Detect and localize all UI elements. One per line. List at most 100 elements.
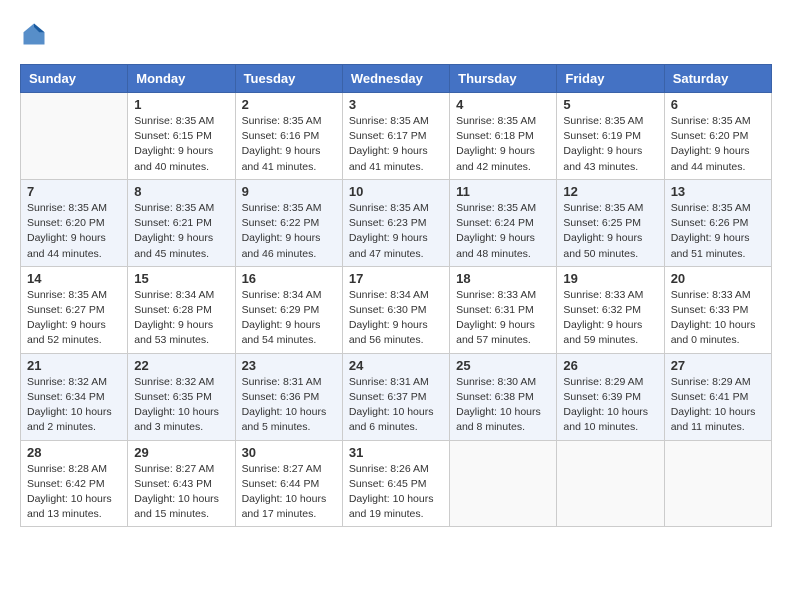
day-info: Sunrise: 8:35 AMSunset: 6:20 PMDaylight:… [671,114,765,175]
day-number: 12 [563,184,657,199]
day-info: Sunrise: 8:29 AMSunset: 6:41 PMDaylight:… [671,375,765,436]
day-number: 9 [242,184,336,199]
day-number: 3 [349,97,443,112]
calendar-week-row: 28 Sunrise: 8:28 AMSunset: 6:42 PMDayligh… [21,440,772,527]
day-info: Sunrise: 8:32 AMSunset: 6:34 PMDaylight:… [27,375,121,436]
day-info: Sunrise: 8:34 AMSunset: 6:30 PMDaylight:… [349,288,443,349]
calendar-header-thursday: Thursday [450,65,557,93]
day-info: Sunrise: 8:34 AMSunset: 6:28 PMDaylight:… [134,288,228,349]
calendar-header-wednesday: Wednesday [342,65,449,93]
day-number: 1 [134,97,228,112]
calendar-cell: 4Sunrise: 8:35 AMSunset: 6:18 PMDaylight… [450,93,557,180]
calendar-cell: 9 Sunrise: 8:35 AMSunset: 6:22 PMDaylight… [235,179,342,266]
calendar-cell: 10 Sunrise: 8:35 AMSunset: 6:23 PMDayligh… [342,179,449,266]
day-number: 26 [563,358,657,373]
day-number: 28 [27,445,121,460]
day-number: 17 [349,271,443,286]
day-info: Sunrise: 8:28 AMSunset: 6:42 PMDaylight:… [27,462,121,523]
calendar-header-row: SundayMondayTuesdayWednesdayThursdayFrid… [21,65,772,93]
day-info: Sunrise: 8:35 AMSunset: 6:16 PMDaylight:… [242,114,336,175]
day-info: Sunrise: 8:35 AMSunset: 6:21 PMDaylight:… [134,201,228,262]
day-number: 5 [563,97,657,112]
logo [20,20,52,48]
day-info: Sunrise: 8:32 AMSunset: 6:35 PMDaylight:… [134,375,228,436]
calendar-cell: 31Sunrise: 8:26 AMSunset: 6:45 PMDayligh… [342,440,449,527]
calendar-cell: 13 Sunrise: 8:35 AMSunset: 6:26 PMDayligh… [664,179,771,266]
calendar-cell: 18 Sunrise: 8:33 AMSunset: 6:31 PMDayligh… [450,266,557,353]
calendar-cell: 6 Sunrise: 8:35 AMSunset: 6:20 PMDaylight… [664,93,771,180]
day-number: 4 [456,97,550,112]
day-number: 30 [242,445,336,460]
day-number: 2 [242,97,336,112]
day-number: 23 [242,358,336,373]
day-info: Sunrise: 8:33 AMSunset: 6:31 PMDaylight:… [456,288,550,349]
calendar-cell: 3 Sunrise: 8:35 AMSunset: 6:17 PMDaylight… [342,93,449,180]
calendar-cell: 26 Sunrise: 8:29 AMSunset: 6:39 PMDayligh… [557,353,664,440]
calendar-cell: 22 Sunrise: 8:32 AMSunset: 6:35 PMDayligh… [128,353,235,440]
calendar-cell: 19 Sunrise: 8:33 AMSunset: 6:32 PMDayligh… [557,266,664,353]
day-info: Sunrise: 8:35 AMSunset: 6:25 PMDaylight:… [563,201,657,262]
day-number: 22 [134,358,228,373]
day-number: 6 [671,97,765,112]
day-number: 29 [134,445,228,460]
day-number: 19 [563,271,657,286]
calendar-cell [557,440,664,527]
page-header [20,20,772,48]
calendar-week-row: 1 Sunrise: 8:35 AMSunset: 6:15 PMDaylight… [21,93,772,180]
day-info: Sunrise: 8:27 AMSunset: 6:43 PMDaylight:… [134,462,228,523]
day-info: Sunrise: 8:34 AMSunset: 6:29 PMDaylight:… [242,288,336,349]
day-info: Sunrise: 8:35 AMSunset: 6:17 PMDaylight:… [349,114,443,175]
day-number: 13 [671,184,765,199]
day-info: Sunrise: 8:29 AMSunset: 6:39 PMDaylight:… [563,375,657,436]
day-info: Sunrise: 8:35 AMSunset: 6:19 PMDaylight:… [563,114,657,175]
calendar-cell: 14Sunrise: 8:35 AMSunset: 6:27 PMDayligh… [21,266,128,353]
day-info: Sunrise: 8:35 AMSunset: 6:27 PMDaylight:… [27,288,121,349]
calendar-cell: 16 Sunrise: 8:34 AMSunset: 6:29 PMDayligh… [235,266,342,353]
calendar-cell [21,93,128,180]
calendar-cell: 12 Sunrise: 8:35 AMSunset: 6:25 PMDayligh… [557,179,664,266]
day-info: Sunrise: 8:35 AMSunset: 6:24 PMDaylight:… [456,201,550,262]
day-info: Sunrise: 8:33 AMSunset: 6:32 PMDaylight:… [563,288,657,349]
day-number: 24 [349,358,443,373]
calendar-header-friday: Friday [557,65,664,93]
day-info: Sunrise: 8:35 AMSunset: 6:26 PMDaylight:… [671,201,765,262]
calendar-week-row: 21Sunrise: 8:32 AMSunset: 6:34 PMDayligh… [21,353,772,440]
day-number: 10 [349,184,443,199]
calendar-cell [450,440,557,527]
day-info: Sunrise: 8:26 AMSunset: 6:45 PMDaylight:… [349,462,443,523]
calendar-cell: 15 Sunrise: 8:34 AMSunset: 6:28 PMDayligh… [128,266,235,353]
day-info: Sunrise: 8:35 AMSunset: 6:15 PMDaylight:… [134,114,228,175]
calendar-header-monday: Monday [128,65,235,93]
calendar-cell: 8Sunrise: 8:35 AMSunset: 6:21 PMDaylight… [128,179,235,266]
day-number: 7 [27,184,121,199]
calendar-header-saturday: Saturday [664,65,771,93]
calendar-cell: 29 Sunrise: 8:27 AMSunset: 6:43 PMDayligh… [128,440,235,527]
calendar-cell: 5 Sunrise: 8:35 AMSunset: 6:19 PMDaylight… [557,93,664,180]
calendar-header-sunday: Sunday [21,65,128,93]
calendar-cell: 30 Sunrise: 8:27 AMSunset: 6:44 PMDayligh… [235,440,342,527]
day-number: 20 [671,271,765,286]
day-number: 16 [242,271,336,286]
calendar-week-row: 7Sunrise: 8:35 AMSunset: 6:20 PMDaylight… [21,179,772,266]
day-info: Sunrise: 8:35 AMSunset: 6:22 PMDaylight:… [242,201,336,262]
day-info: Sunrise: 8:27 AMSunset: 6:44 PMDaylight:… [242,462,336,523]
calendar-header-tuesday: Tuesday [235,65,342,93]
calendar-cell: 20Sunrise: 8:33 AMSunset: 6:33 PMDayligh… [664,266,771,353]
day-number: 25 [456,358,550,373]
calendar-cell: 1 Sunrise: 8:35 AMSunset: 6:15 PMDaylight… [128,93,235,180]
day-info: Sunrise: 8:35 AMSunset: 6:23 PMDaylight:… [349,201,443,262]
day-info: Sunrise: 8:30 AMSunset: 6:38 PMDaylight:… [456,375,550,436]
calendar-cell: 2 Sunrise: 8:35 AMSunset: 6:16 PMDaylight… [235,93,342,180]
calendar-cell: 7Sunrise: 8:35 AMSunset: 6:20 PMDaylight… [21,179,128,266]
day-number: 27 [671,358,765,373]
calendar-cell: 21Sunrise: 8:32 AMSunset: 6:34 PMDayligh… [21,353,128,440]
calendar-week-row: 14Sunrise: 8:35 AMSunset: 6:27 PMDayligh… [21,266,772,353]
calendar-cell: 28 Sunrise: 8:28 AMSunset: 6:42 PMDayligh… [21,440,128,527]
day-number: 18 [456,271,550,286]
calendar-cell: 24Sunrise: 8:31 AMSunset: 6:37 PMDayligh… [342,353,449,440]
day-number: 15 [134,271,228,286]
day-info: Sunrise: 8:31 AMSunset: 6:36 PMDaylight:… [242,375,336,436]
calendar-table: SundayMondayTuesdayWednesdayThursdayFrid… [20,64,772,527]
calendar-cell [664,440,771,527]
logo-icon [20,20,48,48]
